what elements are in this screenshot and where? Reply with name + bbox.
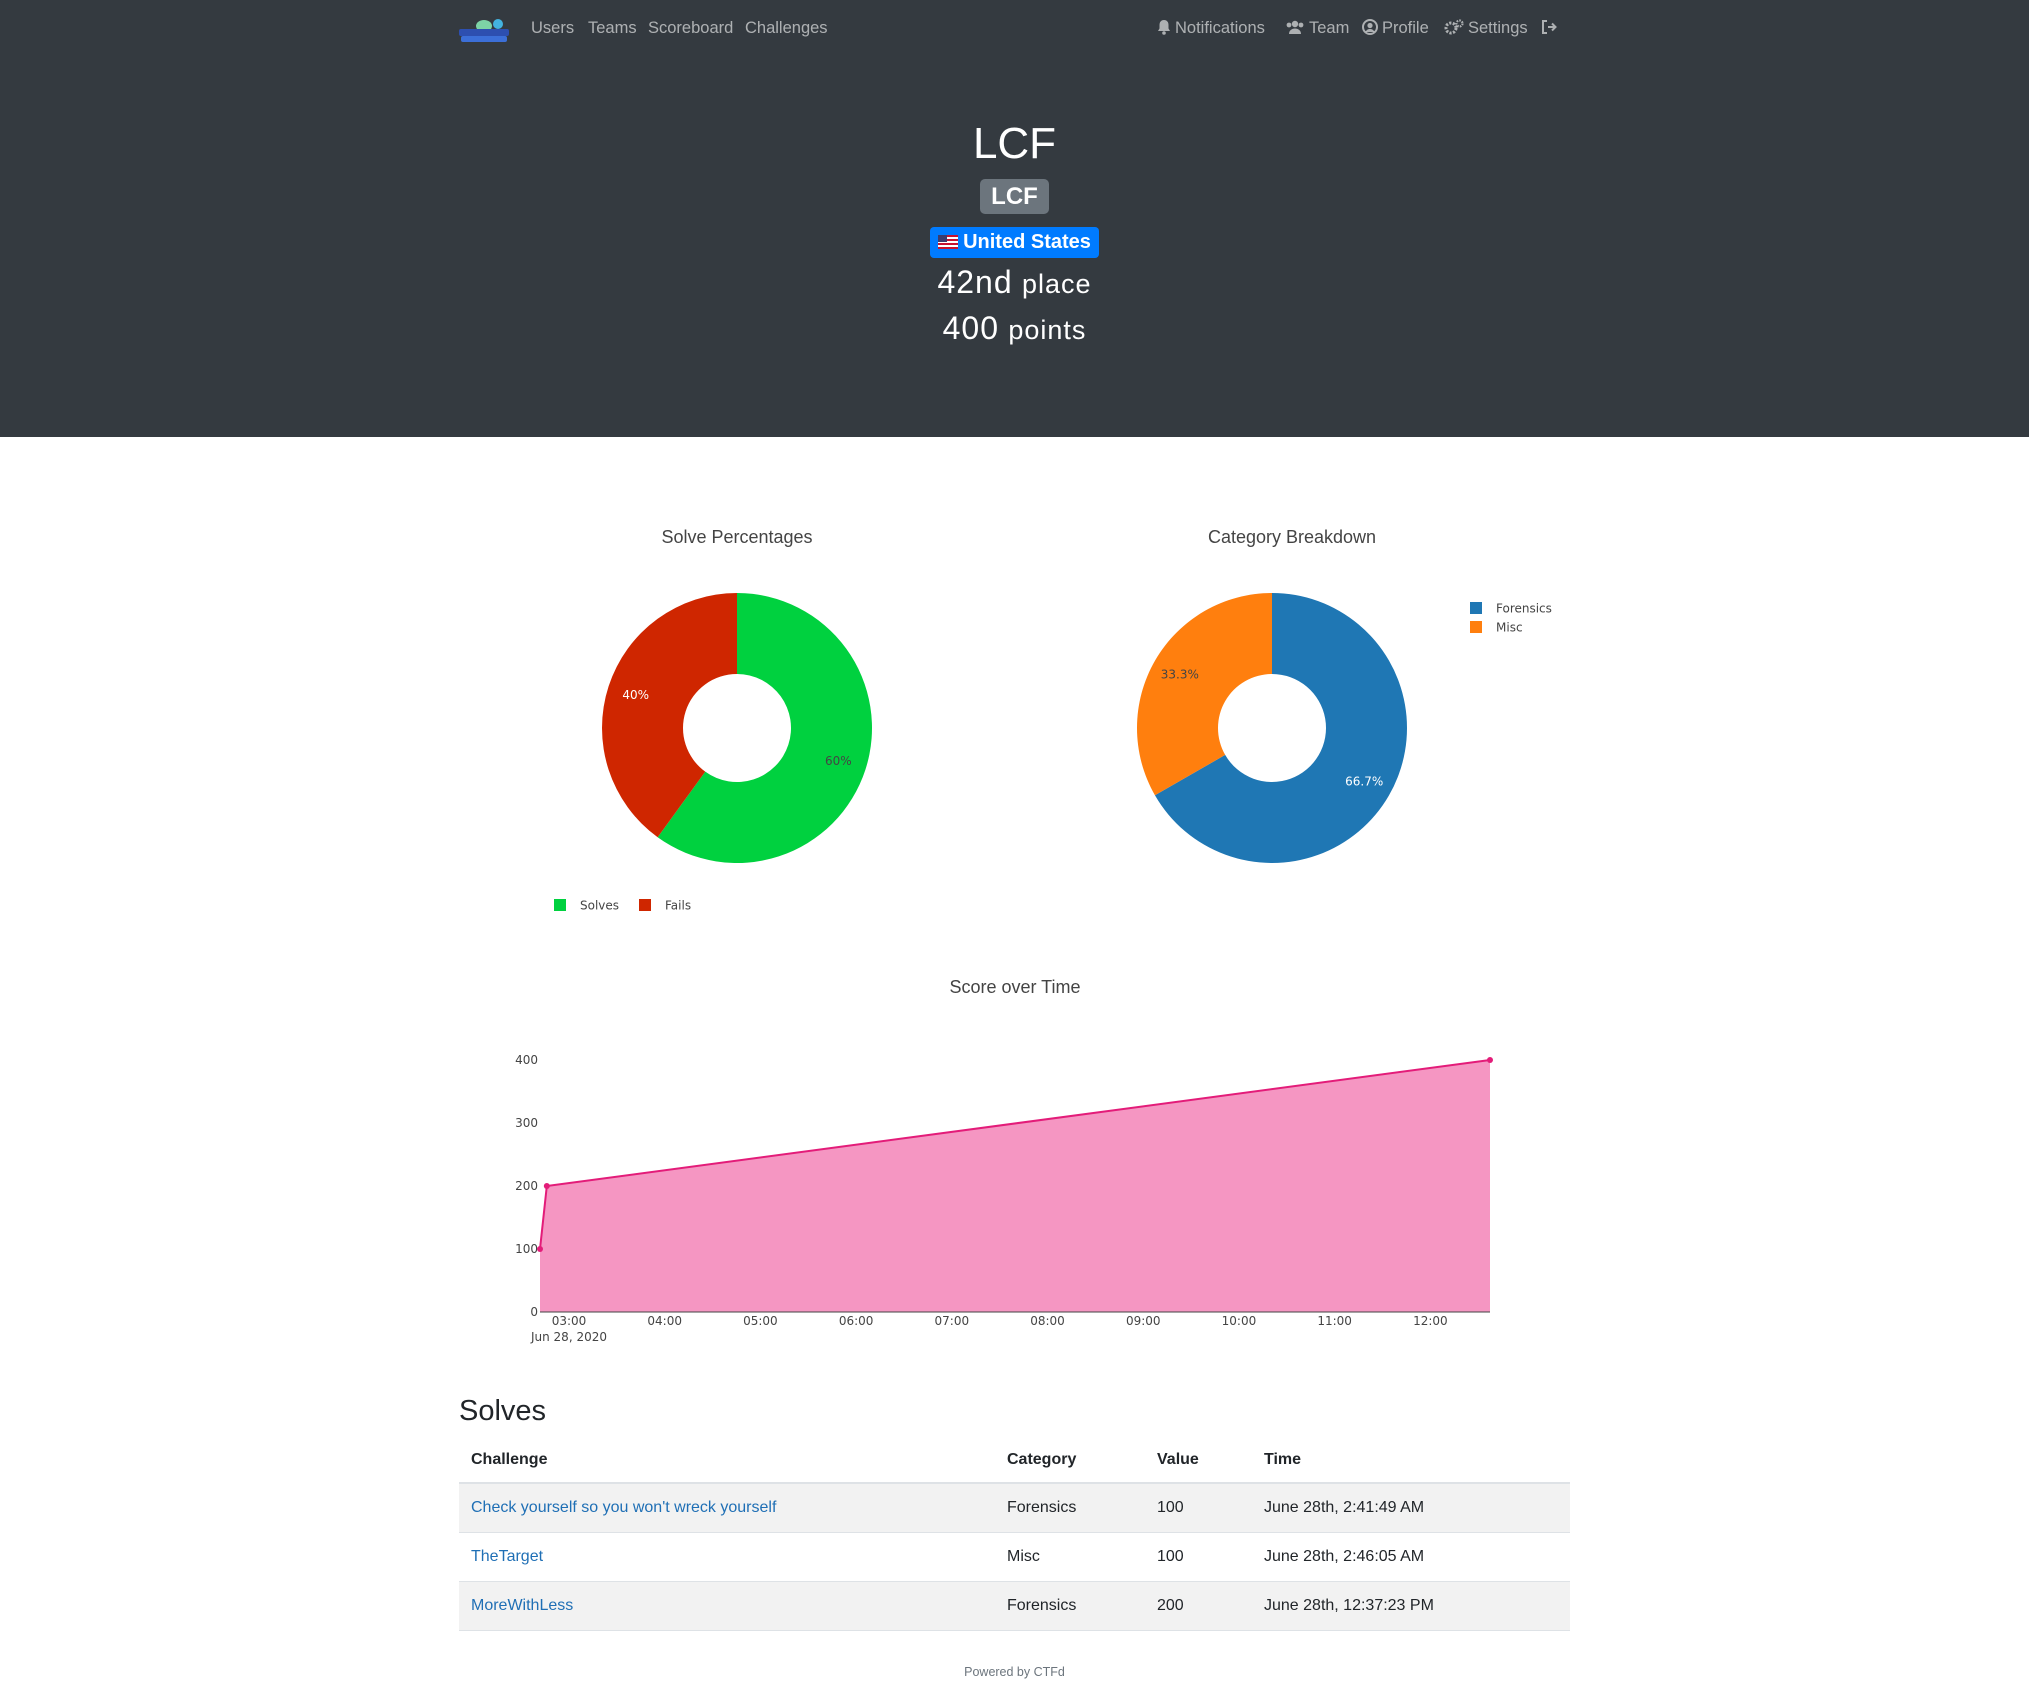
y-tick-label: 0 bbox=[530, 1305, 538, 1319]
team-points: 400 points bbox=[0, 308, 2029, 350]
x-tick-label: 12:00 bbox=[1413, 1314, 1448, 1328]
bsides-logo[interactable] bbox=[458, 16, 510, 44]
challenge-link[interactable]: Check yourself so you won't wreck yourse… bbox=[471, 1484, 776, 1532]
time-cell: June 28th, 2:41:49 AM bbox=[1264, 1499, 1425, 1516]
sign-out-icon bbox=[1542, 20, 1557, 34]
team-place: 42nd place bbox=[0, 262, 2029, 304]
x-tick-label: 05:00 bbox=[743, 1314, 778, 1328]
score-point bbox=[537, 1246, 543, 1252]
x-tick-label: 08:00 bbox=[1030, 1314, 1065, 1328]
header-time: Time bbox=[1264, 1451, 1302, 1468]
score-area bbox=[540, 1060, 1490, 1312]
challenge-link[interactable]: TheTarget bbox=[471, 1533, 543, 1581]
legend-swatch-solves bbox=[554, 899, 566, 911]
score-chart-title: Score over Time bbox=[949, 977, 1081, 997]
pie-slice-misc bbox=[1137, 593, 1272, 796]
x-tick-label: 11:00 bbox=[1317, 1314, 1352, 1328]
score-over-time-chart: 0 100 200 300 400 03:00 04:00 05:00 06:00 07:00 08… bbox=[515, 1053, 1493, 1344]
y-tick-label: 200 bbox=[515, 1179, 538, 1193]
nav-team-label: Team bbox=[1309, 19, 1350, 37]
place-word: place bbox=[1021, 269, 1092, 299]
table-row: Check yourself so you won't wreck yourse… bbox=[459, 1484, 1570, 1533]
country-badge: United States bbox=[930, 227, 1099, 258]
y-tick-label: 400 bbox=[515, 1053, 538, 1067]
nav-settings[interactable]: Settings bbox=[1444, 18, 1528, 38]
value-cell: 200 bbox=[1157, 1597, 1184, 1614]
category-chart-title: Category Breakdown bbox=[1207, 527, 1377, 547]
nav-team[interactable]: Team bbox=[1285, 18, 1349, 38]
slice-percent-label: 40% bbox=[622, 688, 649, 702]
slice-percent-label: 66.7% bbox=[1345, 774, 1383, 788]
y-tick-label: 100 bbox=[515, 1242, 538, 1256]
logout-button[interactable] bbox=[1541, 18, 1561, 38]
team-name: LCF bbox=[972, 119, 1057, 168]
points-number: 400 bbox=[942, 310, 999, 346]
navbar: Users Teams Scoreboard Challenges Notifi… bbox=[0, 0, 2029, 58]
legend-swatch-misc bbox=[1470, 621, 1482, 633]
footer-powered-by[interactable]: Powered by CTFd bbox=[0, 1665, 2029, 1679]
y-tick-label: 300 bbox=[515, 1116, 538, 1130]
bell-icon bbox=[1158, 20, 1170, 35]
x-date-label: Jun 28, 2020 bbox=[530, 1330, 607, 1344]
legend-label-solves: Solves bbox=[580, 899, 619, 913]
x-tick-label: 06:00 bbox=[839, 1314, 874, 1328]
team-header: LCF LCF United States 42nd place 400 poi… bbox=[0, 58, 2029, 437]
affiliation-badge: LCF bbox=[980, 179, 1049, 214]
solves-table: Challenge Category Value Time Check your… bbox=[459, 1442, 1570, 1631]
x-tick-label: 09:00 bbox=[1126, 1314, 1161, 1328]
nav-users[interactable]: Users bbox=[531, 18, 574, 38]
x-tick-label: 10:00 bbox=[1222, 1314, 1257, 1328]
header-challenge: Challenge bbox=[471, 1451, 548, 1468]
category-cell: Misc bbox=[1007, 1548, 1040, 1565]
header-category: Category bbox=[1007, 1451, 1077, 1468]
table-row: TheTarget Misc 100 June 28th, 2:46:05 AM bbox=[459, 1533, 1570, 1582]
value-cell: 100 bbox=[1157, 1499, 1184, 1516]
legend-swatch-forensics bbox=[1470, 602, 1482, 614]
us-flag-icon bbox=[938, 235, 959, 249]
solve-percentages-chart: 60% 40% Solves Fails bbox=[554, 593, 873, 913]
slice-percent-label: 33.3% bbox=[1161, 668, 1199, 682]
cogs-icon bbox=[1444, 19, 1464, 35]
user-circle-icon bbox=[1362, 19, 1378, 35]
points-word: points bbox=[1008, 315, 1087, 345]
value-cell: 100 bbox=[1157, 1548, 1184, 1565]
category-cell: Forensics bbox=[1007, 1499, 1077, 1516]
nav-notifications[interactable]: Notifications bbox=[1157, 18, 1265, 38]
nav-challenges[interactable]: Challenges bbox=[745, 18, 828, 38]
score-point bbox=[1487, 1057, 1493, 1063]
nav-teams[interactable]: Teams bbox=[588, 18, 637, 38]
table-row: MoreWithLess Forensics 200 June 28th, 12… bbox=[459, 1582, 1570, 1631]
legend-swatch-fails bbox=[639, 899, 651, 911]
nav-profile-label: Profile bbox=[1382, 19, 1429, 37]
country-label: United States bbox=[963, 231, 1091, 253]
legend-label-misc: Misc bbox=[1496, 621, 1523, 635]
legend-label-forensics: Forensics bbox=[1496, 602, 1552, 616]
category-cell: Forensics bbox=[1007, 1597, 1077, 1614]
score-point bbox=[543, 1183, 550, 1189]
x-tick-label: 04:00 bbox=[647, 1314, 682, 1328]
legend-label-fails: Fails bbox=[665, 899, 691, 913]
users-icon bbox=[1286, 20, 1304, 34]
nav-settings-label: Settings bbox=[1468, 19, 1528, 37]
category-breakdown-chart: 66.7% 33.3% Forensics Misc bbox=[1137, 593, 1552, 863]
nav-scoreboard[interactable]: Scoreboard bbox=[648, 18, 733, 38]
slice-percent-label: 60% bbox=[825, 754, 852, 768]
solve-chart-title: Solve Percentages bbox=[661, 527, 813, 547]
challenge-link[interactable]: MoreWithLess bbox=[471, 1582, 573, 1630]
time-cell: June 28th, 12:37:23 PM bbox=[1264, 1597, 1434, 1614]
x-tick-label: 03:00 bbox=[552, 1314, 587, 1328]
x-tick-label: 07:00 bbox=[935, 1314, 970, 1328]
place-number: 42nd bbox=[937, 264, 1013, 300]
nav-notifications-label: Notifications bbox=[1175, 19, 1265, 37]
solves-heading: Solves bbox=[459, 1395, 547, 1427]
nav-profile[interactable]: Profile bbox=[1362, 18, 1429, 38]
header-value: Value bbox=[1157, 1451, 1199, 1468]
table-header: Challenge Category Value Time bbox=[459, 1442, 1570, 1484]
time-cell: June 28th, 2:46:05 AM bbox=[1264, 1548, 1425, 1565]
